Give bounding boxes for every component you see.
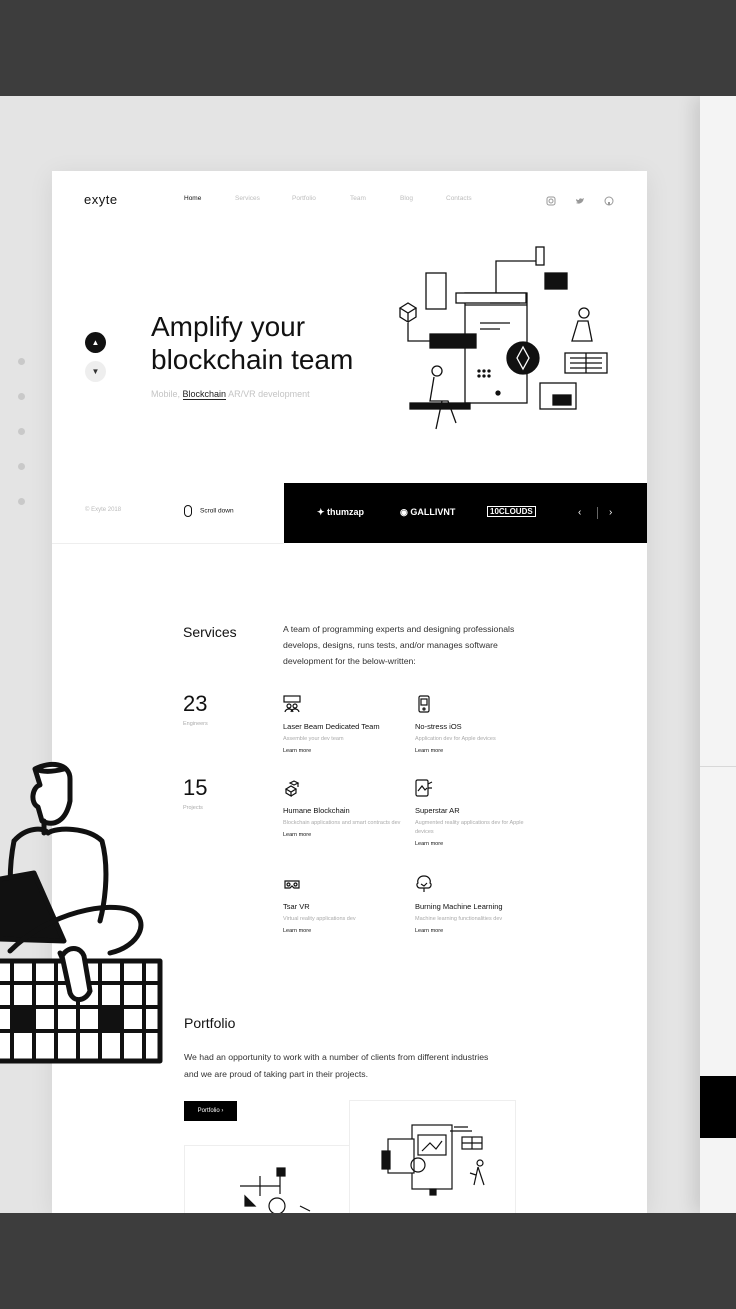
stat-label: Engineers — [183, 721, 208, 727]
slide-up-button[interactable]: ▲ — [85, 332, 106, 353]
github-icon[interactable] — [604, 196, 614, 206]
nav-home[interactable]: Home — [184, 195, 201, 202]
learn-more-link[interactable]: Learn more — [283, 928, 403, 934]
vr-icon — [284, 880, 300, 889]
learn-more-link[interactable]: Learn more — [415, 748, 535, 754]
bottom-dark-band — [0, 1213, 736, 1309]
person-with-keyboard-illustration — [0, 761, 163, 1064]
service-card[interactable]: Laser Beam Dedicated Team Assemble your … — [283, 695, 403, 754]
nav-services[interactable]: Services — [235, 195, 260, 202]
page-dot[interactable] — [18, 463, 25, 470]
scroll-down-hint[interactable]: Scroll down — [184, 505, 234, 517]
stat-value: 15 — [183, 775, 208, 800]
portfolio-text: We had an opportunity to work with a num… — [184, 1052, 489, 1079]
portfolio-illustration — [240, 1167, 311, 1213]
client-logo: 10CLOUDS — [487, 506, 536, 517]
client-logo: ◉ GALLIVNT — [400, 507, 456, 517]
page-dot[interactable] — [18, 393, 25, 400]
slide-down-button[interactable]: ▼ — [85, 361, 106, 382]
instagram-icon[interactable] — [546, 196, 556, 206]
presentation-stage: exyte Home Services Portfolio Team Blog … — [0, 96, 736, 1213]
page-dot[interactable] — [18, 428, 25, 435]
next-screen-card — [700, 96, 736, 1213]
service-card[interactable]: Humane Blockchain Blockchain application… — [283, 779, 403, 838]
nav-contacts[interactable]: Contacts — [446, 195, 472, 202]
nav-portfolio[interactable]: Portfolio — [292, 195, 316, 202]
stat-value: 23 — [183, 691, 208, 716]
service-card[interactable]: Tsar VR Virtual reality applications dev… — [283, 875, 403, 934]
logo[interactable]: exyte — [84, 192, 118, 207]
pagination-dots[interactable] — [18, 358, 25, 533]
portfolio-illustration — [381, 1124, 485, 1196]
client-logo: ✦ thumzap — [317, 507, 365, 517]
services-intro: A team of programming experts and design… — [283, 624, 515, 666]
page-dot[interactable] — [18, 498, 25, 505]
mouse-icon — [184, 505, 192, 517]
hero-illustration — [398, 246, 608, 430]
top-dark-band — [0, 0, 736, 96]
services-heading: Services — [183, 624, 237, 640]
hero-subtitle: Mobile, Blockchain AR/VR development — [151, 389, 310, 400]
service-card[interactable]: Burning Machine Learning Machine learnin… — [415, 875, 535, 934]
blockchain-link[interactable]: Blockchain — [182, 389, 227, 400]
stat-label: Projects — [183, 805, 203, 811]
portfolio-heading: Portfolio — [184, 1015, 236, 1031]
phone-icon — [418, 695, 430, 713]
divider — [700, 766, 736, 767]
chevron-up-icon: ▲ — [91, 338, 100, 347]
learn-more-link[interactable]: Learn more — [283, 748, 403, 754]
service-card[interactable]: No-stress iOS Application dev for Apple … — [415, 695, 535, 754]
learn-more-link[interactable]: Learn more — [415, 841, 535, 847]
learn-more-link[interactable]: Learn more — [415, 928, 535, 934]
ar-icon — [415, 779, 433, 797]
nav-team[interactable]: Team — [350, 195, 366, 202]
ml-icon — [416, 875, 432, 892]
chevron-right-icon: › — [221, 1108, 224, 1114]
next-screen-black-block — [700, 1076, 736, 1138]
nav-blog[interactable]: Blog — [400, 195, 413, 202]
blockchain-icon — [284, 780, 300, 798]
portfolio-tile[interactable] — [349, 1100, 516, 1213]
twitter-icon[interactable] — [575, 196, 585, 206]
portfolio-button[interactable]: Portfolio › — [184, 1101, 237, 1121]
chevron-right-icon: › — [609, 507, 613, 518]
learn-more-link[interactable]: Learn more — [283, 832, 403, 838]
divider — [52, 543, 284, 544]
chevron-down-icon: ▼ — [91, 367, 100, 376]
hero-title: Amplify your blockchain team — [151, 311, 354, 375]
portfolio-tile[interactable] — [184, 1145, 351, 1213]
clients-next-button[interactable]: › — [609, 507, 612, 518]
divider — [597, 507, 598, 519]
page-dot[interactable] — [18, 358, 25, 365]
team-icon — [283, 695, 301, 713]
clients-prev-button[interactable]: ‹ — [578, 507, 581, 518]
service-card[interactable]: Superstar AR Augmented reality applicati… — [415, 779, 535, 847]
chevron-left-icon: ‹ — [578, 507, 582, 518]
copyright: © Exyte 2018 — [85, 507, 122, 513]
clients-strip: ✦ thumzap ◉ GALLIVNT 10CLOUDS ‹ › — [284, 483, 647, 543]
